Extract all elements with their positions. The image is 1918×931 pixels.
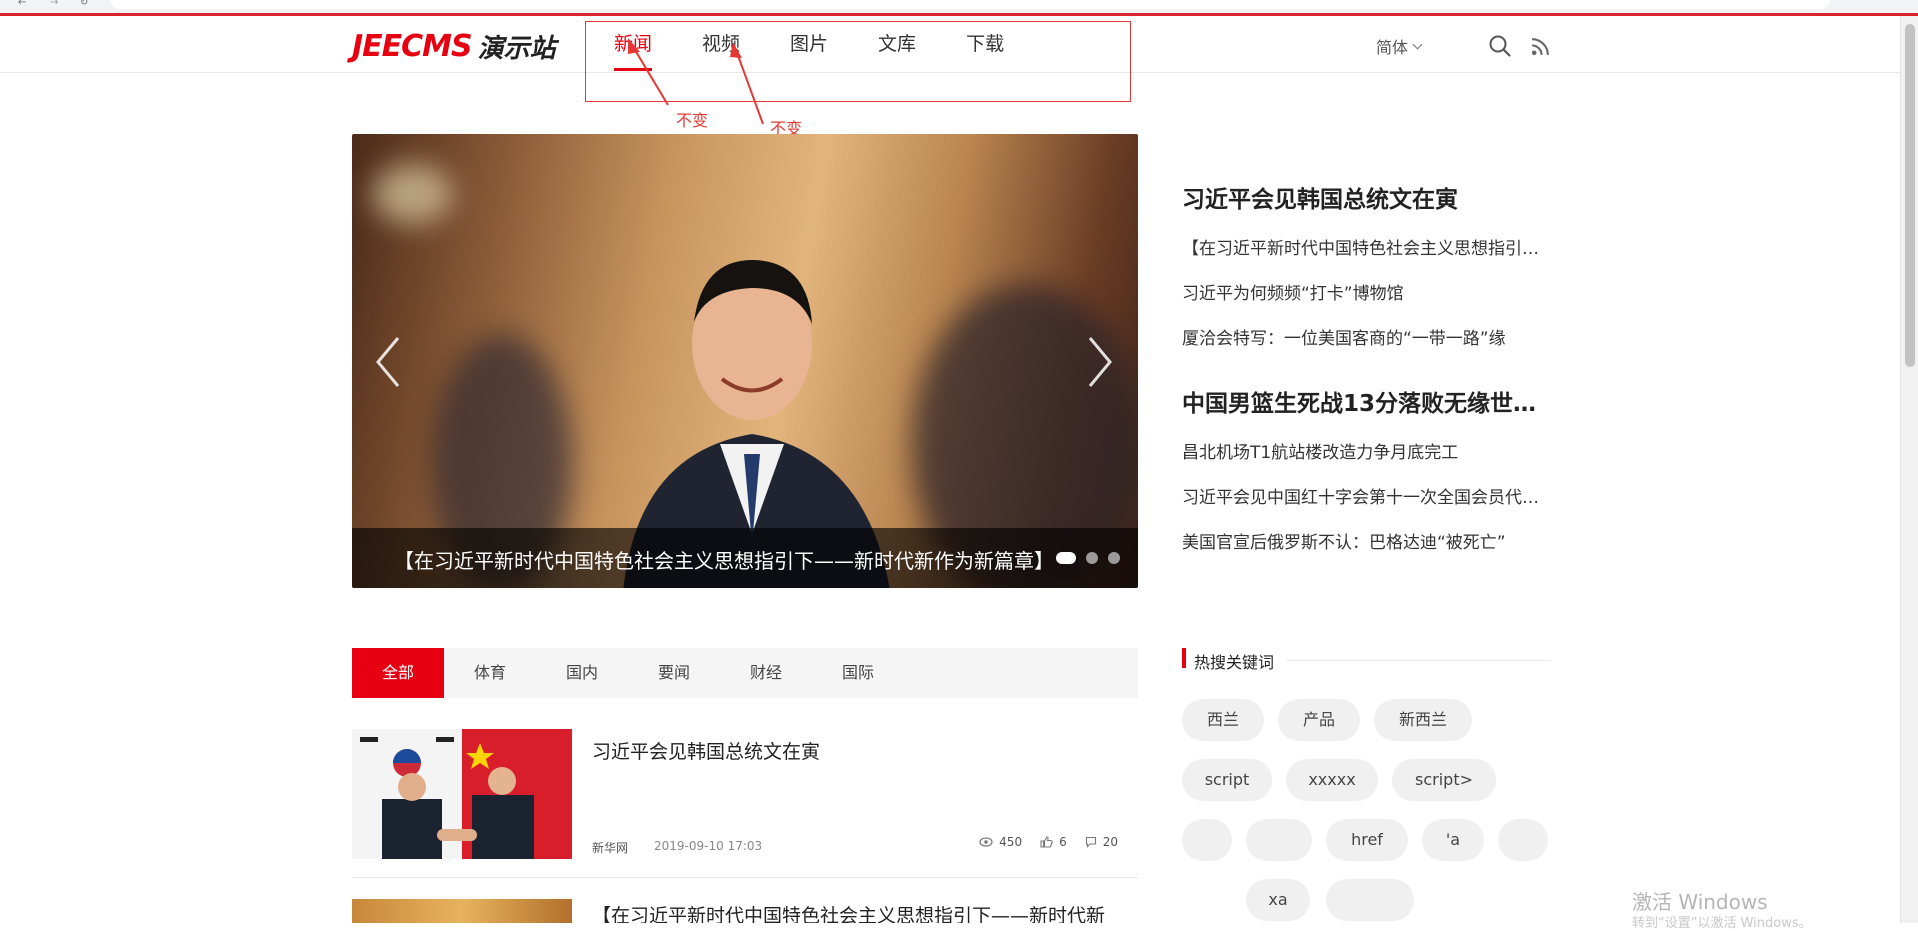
carousel-indicators: [1056, 552, 1120, 564]
browser-address-bar[interactable]: [110, 0, 1830, 9]
hero-carousel[interactable]: 【在习近平新时代中国特色社会主义思想指引下——新时代新作为新篇章】: [352, 134, 1138, 588]
comment-icon: [1085, 836, 1096, 848]
hot-keywords-title: 热搜关键词: [1194, 653, 1275, 672]
keyword-tag[interactable]: 产品: [1278, 699, 1360, 741]
article-date: 2019-09-10 17:03: [654, 839, 763, 853]
article-card[interactable]: 习近平会见韩国总统文在寅 新华网 2019-09-10 17:03 450 6 …: [352, 729, 1138, 859]
tab-headlines[interactable]: 要闻: [628, 648, 720, 698]
tab-domestic[interactable]: 国内: [536, 648, 628, 698]
article-source[interactable]: 新华网: [592, 839, 628, 856]
headline-group-1: 习近平会见韩国总统文在寅 【在习近平新时代中国特色社会主义思想指引下——新时代新…: [1182, 180, 1552, 349]
carousel-next-icon[interactable]: [1084, 334, 1116, 390]
tab-all[interactable]: 全部: [352, 648, 444, 698]
headline-link[interactable]: 习近平会见中国红十字会第十一次全国会员代表大会: [1182, 483, 1540, 508]
annotation-note-1: 不变: [676, 111, 709, 130]
article-meta: 新华网 2019-09-10 17:03: [592, 839, 762, 856]
rss-icon[interactable]: [1530, 36, 1551, 57]
tab-finance[interactable]: 财经: [720, 648, 812, 698]
carousel-dot-3[interactable]: [1108, 552, 1120, 564]
keyword-tag[interactable]: 新西兰: [1374, 699, 1472, 741]
browser-toolbar: ← → ↻: [0, 0, 1918, 13]
carousel-dot-2[interactable]: [1086, 552, 1098, 564]
headline-link[interactable]: 美国官宣后俄罗斯不认：巴格达迪“被死亡”: [1182, 528, 1540, 553]
article-divider: [352, 877, 1138, 878]
section-marker: [1182, 648, 1186, 668]
view-count: 450: [979, 835, 1022, 849]
like-count-value: 6: [1059, 835, 1067, 849]
eye-icon: [979, 837, 993, 847]
carousel-prev-icon[interactable]: [372, 334, 404, 390]
chevron-down-icon: [1412, 39, 1423, 49]
headline-group-2: 中国男篮生死战13分落败无缘世界杯 昌北机场T1航站楼改造力争月底完工 习近平会…: [1182, 384, 1552, 553]
comment-count-value: 20: [1102, 835, 1118, 849]
carousel-caption[interactable]: 【在习近平新时代中国特色社会主义思想指引下——新时代新作为新篇章】: [394, 545, 1054, 574]
category-tabs: 全部 体育 国内 要闻 财经 国际: [352, 648, 1138, 698]
article-thumbnail[interactable]: [352, 729, 572, 859]
language-label: 简体: [1376, 38, 1409, 57]
thumbs-up-icon: [1040, 836, 1053, 848]
search-icon[interactable]: [1488, 34, 1512, 58]
headline-title[interactable]: 习近平会见韩国总统文在寅: [1182, 180, 1552, 214]
keyword-tag[interactable]: [1498, 819, 1548, 861]
article-thumbnail[interactable]: [352, 899, 572, 923]
chandelier-light: [372, 164, 452, 224]
section-rule: [1286, 660, 1551, 661]
keyword-tag[interactable]: [1182, 819, 1232, 861]
headline-link[interactable]: 习近平为何频频“打卡”博物馆: [1182, 279, 1540, 304]
keyword-tag[interactable]: 西兰: [1182, 699, 1264, 741]
page-scrollbar[interactable]: [1900, 16, 1918, 923]
headline-link[interactable]: 【在习近平新时代中国特色社会主义思想指引下——新时代新作为新篇章】: [1182, 234, 1540, 259]
keyword-tag[interactable]: [1326, 879, 1414, 921]
scrollbar-thumb[interactable]: [1905, 24, 1915, 367]
article-title[interactable]: 习近平会见韩国总统文在寅: [592, 737, 820, 764]
headline-title[interactable]: 中国男篮生死战13分落败无缘世界杯: [1182, 384, 1552, 418]
article-thumbnail-image: [352, 729, 572, 859]
browser-reload-icon[interactable]: ↻: [80, 0, 88, 8]
article-title[interactable]: 【在习近平新时代中国特色社会主义思想指引下——新时代新: [592, 901, 1105, 923]
headline-link[interactable]: 昌北机场T1航站楼改造力争月底完工: [1182, 438, 1540, 463]
article-stats: 450 6 20: [979, 835, 1118, 849]
carousel-dot-1[interactable]: [1056, 552, 1076, 564]
logo-wordmark: JEECMS: [352, 28, 473, 64]
site-logo[interactable]: JEECMS 演示站: [352, 26, 556, 66]
keyword-tag[interactable]: script: [1182, 759, 1272, 801]
keyword-tag[interactable]: xa: [1246, 879, 1310, 921]
keyword-tag[interactable]: [1246, 819, 1312, 861]
tab-international[interactable]: 国际: [812, 648, 904, 698]
like-count[interactable]: 6: [1040, 835, 1067, 849]
language-selector[interactable]: 简体: [1376, 34, 1423, 58]
keyword-tag[interactable]: script>: [1392, 759, 1496, 801]
windows-activation-hint: 转到“设置”以激活 Windows。: [1632, 916, 1812, 931]
hot-keywords-header: 热搜关键词: [1182, 648, 1551, 672]
article-card[interactable]: 【在习近平新时代中国特色社会主义思想指引下——新时代新: [352, 899, 1138, 923]
browser-forward-icon[interactable]: →: [50, 0, 58, 8]
keyword-tag[interactable]: 'a: [1422, 819, 1484, 861]
view-count-value: 450: [999, 835, 1023, 849]
keyword-tag[interactable]: href: [1326, 819, 1408, 861]
browser-back-icon[interactable]: ←: [18, 0, 26, 8]
headline-link[interactable]: 厦洽会特写：一位美国客商的“一带一路”缘: [1182, 324, 1540, 349]
keyword-tag[interactable]: xxxxx: [1286, 759, 1378, 801]
comment-count[interactable]: 20: [1085, 835, 1118, 849]
carousel-caption-bar: 【在习近平新时代中国特色社会主义思想指引下——新时代新作为新篇章】: [352, 528, 1138, 588]
windows-activation-watermark: 激活 Windows: [1632, 890, 1768, 914]
annotation-box: [585, 21, 1131, 102]
logo-subtitle: 演示站: [477, 33, 556, 64]
tab-sports[interactable]: 体育: [444, 648, 536, 698]
